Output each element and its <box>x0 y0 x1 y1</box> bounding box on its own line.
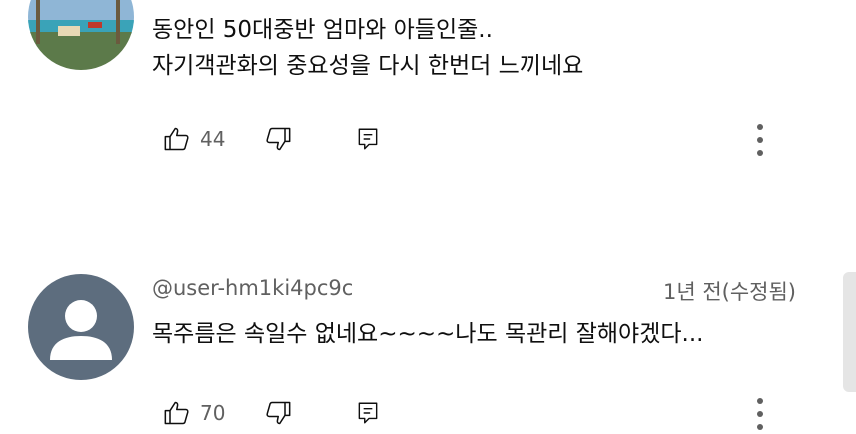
comment-action-bar: 70 <box>160 396 385 430</box>
comments-section: 동안인 50대중반 엄마와 아들인줄.. 자기객관화의 중요성을 다시 한번더 … <box>0 0 856 434</box>
comment-text-line: 자기객관화의 중요성을 다시 한번더 느끼네요 <box>152 53 584 79</box>
comment-thread: 동안인 50대중반 엄마와 아들인줄.. 자기객관화의 중요성을 다시 한번더 … <box>0 0 856 180</box>
reply-icon <box>359 128 378 150</box>
like-button[interactable] <box>160 396 194 430</box>
scrollbar[interactable] <box>843 272 856 392</box>
reply-button[interactable] <box>351 122 385 156</box>
dislike-button[interactable] <box>261 122 295 156</box>
thumbs-down-icon <box>266 127 291 151</box>
comment-text: 목주름은 속일수 없네요~~~~나도 목관리 잘해야겠다... <box>152 316 703 352</box>
thumbs-up-icon <box>164 127 189 151</box>
more-actions-button[interactable] <box>745 120 775 160</box>
avatar[interactable] <box>28 274 134 380</box>
comment-text: 동안인 50대중반 엄마와 아들인줄.. 자기객관화의 중요성을 다시 한번더 … <box>152 12 583 84</box>
like-button[interactable] <box>160 122 194 156</box>
beach-photo-avatar-icon <box>28 0 134 70</box>
reply-icon <box>359 402 378 424</box>
comment-author[interactable]: @user-hm1ki4pc9c <box>152 276 353 300</box>
comment-thread: @user-hm1ki4pc9c 1년 전(수정됨) 목주름은 속일수 없네요~… <box>0 272 856 434</box>
comment-text-line: 동안인 50대중반 엄마와 아들인줄.. <box>152 17 493 43</box>
like-count: 44 <box>200 127 226 151</box>
thumbs-up-icon <box>164 401 189 425</box>
like-count: 70 <box>200 401 226 425</box>
default-user-avatar-icon <box>50 300 112 360</box>
more-actions-button[interactable] <box>745 394 775 434</box>
comment-action-bar: 44 <box>160 122 385 156</box>
reply-button[interactable] <box>351 396 385 430</box>
comment-timestamp[interactable]: 1년 전(수정됨) <box>663 276 796 306</box>
more-vertical-icon <box>757 398 763 430</box>
comment-text-line: 목주름은 속일수 없네요~~~~나도 목관리 잘해야겠다... <box>152 321 704 347</box>
dislike-button[interactable] <box>261 396 295 430</box>
avatar[interactable] <box>28 0 134 70</box>
thumbs-down-icon <box>266 401 291 425</box>
more-vertical-icon <box>757 124 763 156</box>
